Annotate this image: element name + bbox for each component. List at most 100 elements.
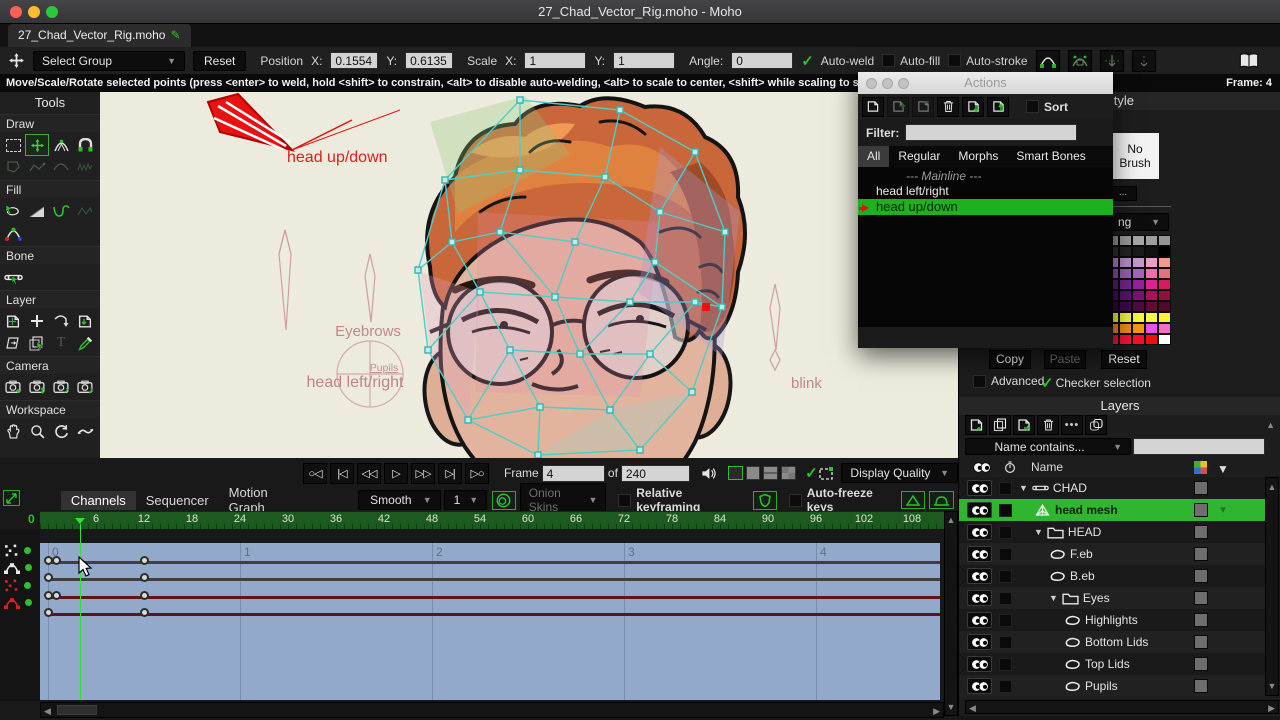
camera-zoom-tool[interactable] xyxy=(25,376,49,398)
position-y-input[interactable]: 0.6135 xyxy=(405,52,453,69)
view-split-three-button[interactable] xyxy=(763,466,778,480)
eyedropper-tool[interactable] xyxy=(73,332,97,354)
magnet-tool[interactable] xyxy=(73,134,97,156)
palette-swatch[interactable] xyxy=(1145,334,1158,345)
palette-swatch[interactable] xyxy=(1145,246,1158,257)
follow-path-tool[interactable] xyxy=(49,310,73,332)
layer-color-chip[interactable] xyxy=(1194,525,1208,539)
document-canvas[interactable]: head up/down Eyebrows head left/right Pu… xyxy=(100,92,958,458)
advanced-checkbox[interactable]: Advanced xyxy=(973,374,1044,388)
keyframe[interactable] xyxy=(44,573,53,582)
layer-row-head-mesh[interactable]: head mesh▼ xyxy=(959,499,1267,521)
draw-shape-tool[interactable] xyxy=(1,156,25,178)
actions-titlebar[interactable]: Actions xyxy=(858,72,1113,94)
layers-vscrollbar[interactable]: ▲ ▼ xyxy=(1265,477,1279,696)
select-bone-tool[interactable] xyxy=(1,266,25,288)
scale-keys-up-icon[interactable] xyxy=(901,491,926,509)
audio-speaker-icon[interactable] xyxy=(701,467,717,480)
noise-tool[interactable] xyxy=(73,156,97,178)
channel-point-motion[interactable] xyxy=(4,542,38,558)
palette-swatch[interactable] xyxy=(1119,279,1132,290)
channel-curve-motion[interactable] xyxy=(4,559,38,575)
angle-input[interactable]: 0 xyxy=(731,52,793,69)
mesh-vertex[interactable] xyxy=(652,259,658,265)
view-split-single-button[interactable] xyxy=(728,466,743,480)
layer-visibility-toggle[interactable] xyxy=(967,480,992,496)
mesh-vertex[interactable] xyxy=(647,351,653,357)
layer-visibility-toggle[interactable] xyxy=(967,590,992,606)
layer-visibility-toggle[interactable] xyxy=(967,546,992,562)
transform-layer-tool[interactable] xyxy=(1,310,25,332)
layer-animated-visibility-checkbox[interactable] xyxy=(999,680,1012,693)
layer-options-caret[interactable]: ▼ xyxy=(1218,505,1228,516)
palette-swatch[interactable] xyxy=(1145,268,1158,279)
auto-fill-checkbox[interactable]: Auto-fill xyxy=(882,54,940,68)
palette-swatch[interactable] xyxy=(1158,290,1171,301)
palette-swatch[interactable] xyxy=(1145,312,1158,323)
expand-triangle-icon[interactable]: ▼ xyxy=(1019,483,1028,493)
layer-color-chip[interactable] xyxy=(1194,591,1208,605)
keyframe[interactable] xyxy=(140,556,149,565)
playhead-line[interactable] xyxy=(80,524,81,700)
loop-count-dropdown[interactable]: 1▼ xyxy=(444,490,488,510)
mesh-vertex[interactable] xyxy=(617,107,623,113)
palette-swatch[interactable] xyxy=(1145,279,1158,290)
mesh-vertex[interactable] xyxy=(722,229,728,235)
palette-swatch[interactable] xyxy=(1119,312,1132,323)
stroke-tool[interactable] xyxy=(49,200,73,222)
keyframe[interactable] xyxy=(44,608,53,617)
auto-stroke-checkbox[interactable]: Auto-stroke xyxy=(948,54,1027,68)
select-group-dropdown[interactable]: Select Group▼ xyxy=(33,51,185,71)
mesh-vertex[interactable] xyxy=(507,347,513,353)
layer-color-chip[interactable] xyxy=(1194,635,1208,649)
palette-swatch[interactable] xyxy=(1119,323,1132,334)
relative-keyframing-checkbox[interactable]: Relative keyframing xyxy=(618,486,747,514)
actions-close-dot[interactable] xyxy=(866,78,877,89)
sharp-corners-button[interactable] xyxy=(1036,50,1060,72)
keyframe[interactable] xyxy=(140,573,149,582)
sort-checkbox[interactable]: Sort xyxy=(1026,100,1068,114)
layer-visibility-toggle[interactable] xyxy=(967,656,992,672)
scale-y-input[interactable]: 1 xyxy=(613,52,675,69)
new-action-button[interactable] xyxy=(862,97,884,117)
zoom-traffic-light[interactable] xyxy=(46,6,58,18)
peak-lock-button[interactable] xyxy=(1068,50,1092,72)
transform-points-tool[interactable] xyxy=(25,134,49,156)
add-point-tool[interactable] xyxy=(49,134,73,156)
expand-triangle-icon[interactable]: ▼ xyxy=(1034,527,1043,537)
hide-edge-tool[interactable] xyxy=(73,200,97,222)
interpolation-dropdown[interactable]: Smooth▼ xyxy=(358,490,441,510)
mesh-vertex[interactable] xyxy=(425,347,431,353)
enable-drawing-check-icon[interactable]: ✓ xyxy=(805,464,818,482)
layer-visibility-toggle[interactable] xyxy=(967,678,992,694)
actions-tab-regular[interactable]: Regular xyxy=(889,146,949,167)
layer-row-head[interactable]: ▼HEAD xyxy=(959,521,1267,543)
no-brush-swatch[interactable]: No Brush xyxy=(1111,133,1159,179)
reset-button[interactable]: Reset xyxy=(193,51,246,71)
timeline-ruler[interactable]: 6121824303642485460667278849096102108 xyxy=(40,511,944,529)
actions-tab-all[interactable]: All xyxy=(858,146,889,167)
pan-hand-tool[interactable] xyxy=(1,420,25,442)
curve-exposure-tool[interactable] xyxy=(1,222,25,244)
layer-animated-visibility-checkbox[interactable] xyxy=(999,614,1012,627)
layer-row-eyes[interactable]: ▼Eyes xyxy=(959,587,1267,609)
palette-swatch[interactable] xyxy=(1132,246,1145,257)
insert-action-button[interactable] xyxy=(887,97,909,117)
palette-swatch[interactable] xyxy=(1119,257,1132,268)
scale-x-input[interactable]: 1 xyxy=(524,52,586,69)
text-tool[interactable]: T xyxy=(49,332,73,354)
mesh-vertex[interactable] xyxy=(692,149,698,155)
document-tab[interactable]: 27_Chad_Vector_Rig.moho✎ xyxy=(8,24,191,47)
zoom-tool[interactable] xyxy=(25,420,49,442)
layer-visibility-toggle[interactable] xyxy=(967,634,992,650)
layer-animated-visibility-checkbox[interactable] xyxy=(999,636,1012,649)
layer-animated-visibility-checkbox[interactable] xyxy=(999,658,1012,671)
select-shape-tool[interactable] xyxy=(1,200,25,222)
layer-color-chip[interactable] xyxy=(1194,613,1208,627)
palette-swatch[interactable] xyxy=(1145,323,1158,334)
palette-swatch[interactable] xyxy=(1119,290,1132,301)
layer-row-chad[interactable]: ▼CHAD xyxy=(959,477,1267,499)
duplicate-layer-button[interactable] xyxy=(989,415,1011,435)
step-first-button[interactable]: |◁ xyxy=(330,463,354,484)
expand-timeline-icon[interactable] xyxy=(3,490,20,506)
